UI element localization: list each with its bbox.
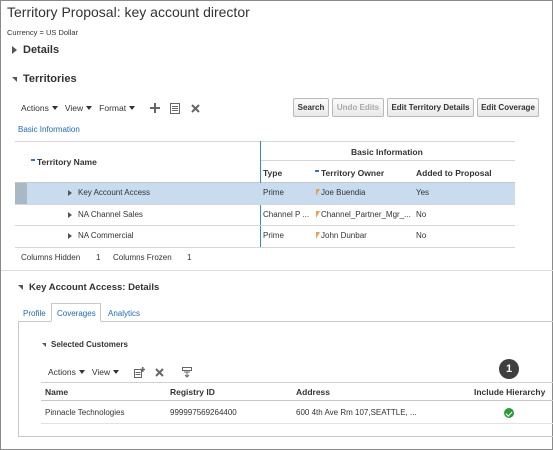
collapse-icon bbox=[42, 342, 46, 347]
view-menu[interactable]: View bbox=[64, 103, 93, 113]
actions-menu[interactable]: Actions bbox=[21, 103, 58, 113]
columns-frozen-label: Columns Frozen bbox=[113, 253, 172, 262]
customers-row-line bbox=[41, 423, 553, 424]
territory-name: Key Account Access bbox=[78, 188, 151, 197]
territories-section-title: Territories bbox=[23, 73, 77, 85]
owner-name: Joe Buendia bbox=[321, 188, 366, 197]
row-selector[interactable] bbox=[15, 183, 27, 204]
added-cell: No bbox=[416, 231, 427, 240]
column-header-address[interactable]: Address bbox=[296, 387, 330, 397]
edit-territory-details-button[interactable]: Edit Territory Details bbox=[387, 98, 474, 117]
owner-flag-icon bbox=[316, 232, 320, 239]
edit-coverage-button[interactable]: Edit Coverage bbox=[477, 98, 539, 117]
section-divider bbox=[1, 270, 553, 271]
tab-profile[interactable]: Profile bbox=[23, 309, 46, 318]
tab-analytics[interactable]: Analytics bbox=[108, 309, 140, 318]
territory-name: NA Commercial bbox=[78, 231, 134, 240]
chevron-down-icon bbox=[113, 370, 120, 374]
export-icon[interactable] bbox=[180, 365, 194, 379]
owner-flag-icon bbox=[316, 189, 320, 196]
owner-name: John Dunbar bbox=[321, 231, 367, 240]
format-menu-label: Format bbox=[99, 103, 127, 113]
actions-menu[interactable]: Actions bbox=[48, 367, 85, 377]
expand-icon bbox=[68, 211, 72, 218]
currency-label: Currency = US Dollar bbox=[7, 28, 79, 37]
owner-cell: John Dunbar bbox=[316, 231, 367, 240]
delete-icon[interactable] bbox=[188, 101, 202, 115]
actions-menu-label: Actions bbox=[21, 103, 49, 113]
details-section-title: Details bbox=[23, 44, 60, 56]
add-icon[interactable] bbox=[148, 101, 162, 115]
territory-name-cell[interactable]: NA Commercial bbox=[68, 231, 134, 240]
search-button[interactable]: Search bbox=[293, 98, 329, 117]
details-section-header[interactable]: Details bbox=[12, 44, 59, 56]
actions-menu-label: Actions bbox=[48, 367, 76, 377]
column-header-territory-owner[interactable]: Territory Owner bbox=[315, 168, 384, 178]
view-menu-label: View bbox=[91, 367, 111, 377]
view-menu[interactable]: View bbox=[91, 367, 120, 377]
delete-icon[interactable] bbox=[152, 365, 166, 379]
selected-customers-header[interactable]: Selected Customers bbox=[42, 340, 128, 349]
columns-hidden-label: Columns Hidden bbox=[21, 253, 81, 262]
sort-icon bbox=[31, 159, 35, 161]
details-panel-title: Key Account Access: Details bbox=[29, 282, 160, 293]
column-header-name[interactable]: Name bbox=[45, 387, 68, 397]
callout-number-badge: 1 bbox=[499, 359, 519, 379]
view-menu-label: View bbox=[64, 103, 84, 113]
tab-coverages[interactable]: Coverages bbox=[51, 303, 101, 322]
column-group-header: Basic Information bbox=[351, 147, 423, 157]
territory-name: NA Channel Sales bbox=[78, 210, 143, 219]
type-cell: Channel P ... bbox=[263, 210, 310, 219]
sort-icon bbox=[315, 170, 319, 172]
columns-frozen-value: 1 bbox=[187, 253, 192, 262]
collapse-icon bbox=[18, 285, 23, 290]
type-cell: Prime bbox=[263, 188, 284, 197]
owner-cell: Channel_Partner_Mgr_... bbox=[316, 210, 411, 219]
territory-name-cell[interactable]: NA Channel Sales bbox=[68, 210, 143, 219]
expand-icon bbox=[12, 46, 17, 54]
collapse-icon bbox=[12, 76, 17, 82]
chevron-down-icon bbox=[86, 106, 93, 110]
add-row-icon[interactable] bbox=[132, 365, 146, 379]
column-header-type[interactable]: Type bbox=[263, 168, 282, 178]
customers-table-top-line bbox=[41, 382, 553, 383]
format-menu[interactable]: Format bbox=[99, 103, 136, 113]
type-cell: Prime bbox=[263, 231, 284, 240]
undo-edits-button[interactable]: Undo Edits bbox=[332, 98, 384, 117]
check-circle-icon bbox=[504, 408, 514, 418]
chevron-down-icon bbox=[51, 106, 58, 110]
customer-name: Pinnacle Technologies bbox=[45, 408, 125, 417]
page-title: Territory Proposal: key account director bbox=[7, 4, 250, 20]
column-header-added-to-proposal[interactable]: Added to Proposal bbox=[416, 168, 492, 178]
tab-coverages-label: Coverages bbox=[57, 309, 96, 318]
chevron-down-icon bbox=[78, 370, 85, 374]
column-header-label: Territory Name bbox=[37, 157, 97, 167]
page-frame: Territory Proposal: key account director… bbox=[0, 0, 553, 450]
column-header-label: Territory Owner bbox=[321, 168, 385, 178]
customer-address: 600 4th Ave Rm 107,SEATTLE, ... bbox=[296, 408, 417, 417]
columns-hidden-value: 1 bbox=[96, 253, 101, 262]
column-header-registry-id[interactable]: Registry ID bbox=[170, 387, 215, 397]
column-header-include-hierarchy[interactable]: Include Hierarchy bbox=[474, 387, 545, 397]
territories-toolbar: Actions View Format bbox=[21, 101, 208, 115]
added-cell: No bbox=[416, 210, 427, 219]
details-list-icon[interactable] bbox=[168, 101, 182, 115]
customers-toolbar: Actions View bbox=[48, 365, 200, 379]
basic-information-link[interactable]: Basic Information bbox=[18, 125, 80, 134]
added-cell: Yes bbox=[416, 188, 430, 197]
column-header-territory-name[interactable]: Territory Name bbox=[31, 157, 97, 167]
chevron-down-icon bbox=[129, 106, 136, 110]
expand-icon bbox=[68, 232, 72, 239]
owner-cell: Joe Buendia bbox=[316, 188, 365, 197]
territories-section-header[interactable]: Territories bbox=[12, 73, 77, 85]
territory-name-cell[interactable]: Key Account Access bbox=[68, 188, 150, 197]
owner-name: Channel_Partner_Mgr_... bbox=[321, 210, 411, 219]
territories-table: Territory Name Basic Information Type Te… bbox=[15, 141, 515, 247]
owner-flag-icon bbox=[316, 211, 320, 218]
details-panel-header[interactable]: Key Account Access: Details bbox=[18, 282, 159, 293]
selected-customers-title: Selected Customers bbox=[51, 340, 128, 349]
registry-id: 999997569264400 bbox=[170, 408, 237, 417]
table-footer-divider bbox=[15, 247, 515, 248]
expand-icon bbox=[68, 189, 72, 196]
